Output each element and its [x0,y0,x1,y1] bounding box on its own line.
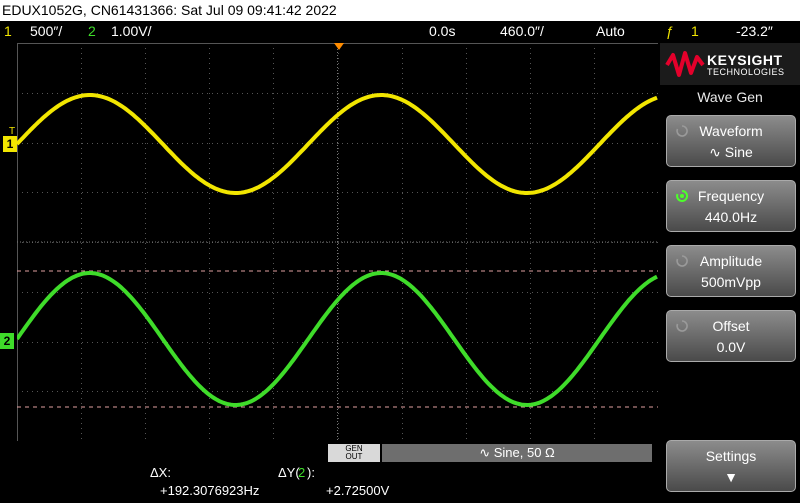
logo-sub: TECHNOLOGIES [707,67,785,77]
waveform-softkey[interactable]: Waveform ∿ Sine [666,115,796,167]
gen-out-indicator[interactable]: GEN OUT [328,444,380,462]
softkey-label: Settings [705,448,757,464]
ch1-number[interactable]: 1 [4,21,12,41]
keysight-wave-icon [665,51,705,77]
status-bar: 1 500″/ 2 1.00V/ 0.0s 460.0″/ Auto ƒ 1 -… [0,21,800,41]
delta-x-value: +192.3076923Hz [160,483,260,498]
gen-out-line2: OUT [345,452,363,461]
softkey-value: 440.0Hz [704,209,758,225]
softkey-label: Amplitude [699,253,763,269]
settings-softkey[interactable]: Settings ▼ [666,440,796,492]
amplitude-softkey[interactable]: Amplitude 500mVpp [666,245,796,297]
softkey-value: ∿ Sine [709,144,753,160]
delta-y-close: ): [307,465,315,480]
ch1-scale[interactable]: 500″/ [30,21,62,41]
wavegen-info-bar: GEN OUT ∿ Sine, 50 Ω [0,443,660,463]
ch1-marker-label: 1 [6,137,14,151]
delta-y-channel: 2 [298,465,306,480]
ch1-marker[interactable]: 1 [3,136,17,152]
softkey-label: Offset [712,318,750,334]
frequency-softkey[interactable]: Frequency 440.0Hz [666,180,796,232]
graticule [17,43,658,441]
ch2-marker-label: 2 [3,334,11,348]
trigger-level[interactable]: -23.2″ [736,21,773,41]
softkey-label: Frequency [697,188,765,204]
menu-title: Wave Gen [697,89,763,105]
title-text: EDUX1052G, CN61431366: Sat Jul 09 09:41:… [2,2,337,18]
ch2-scale[interactable]: 1.00V/ [111,21,151,41]
ch2-number[interactable]: 2 [88,21,96,41]
delta-y-label: ΔY( [278,465,300,480]
keysight-logo: KEYSIGHT TECHNOLOGIES [660,43,800,85]
time-scale[interactable]: 460.0″/ [500,21,544,41]
offset-softkey[interactable]: Offset 0.0V [666,310,796,362]
delta-x-label: ΔX: [150,465,171,480]
softkey-panel: KEYSIGHT TECHNOLOGIES Wave Gen Waveform … [660,43,800,503]
time-position[interactable]: 0.0s [429,21,455,41]
softkey-label: Waveform [699,123,763,139]
trigger-mode[interactable]: Auto [596,21,625,41]
trigger-channel[interactable]: 1 [691,21,699,41]
chevron-down-icon: ▼ [724,469,738,485]
softkey-value: 500mVpp [701,274,761,290]
trigger-edge-icon[interactable]: ƒ [666,21,674,41]
logo-brand: KEYSIGHT [707,52,783,68]
trigger-position-marker[interactable] [334,43,344,50]
softkey-value: 0.0V [716,339,746,355]
ch2-marker[interactable]: 2 [0,333,14,349]
trigger-marker[interactable]: T [9,126,15,137]
title-bar: EDUX1052G, CN61431366: Sat Jul 09 09:41:… [0,0,800,21]
cursor-measurements: ΔX: +192.3076923Hz ΔY( 2 ): +2.72500V [0,463,660,503]
wavegen-summary: ∿ Sine, 50 Ω [382,444,652,462]
delta-y-value: +2.72500V [326,483,390,498]
waveform-display[interactable] [17,43,658,441]
